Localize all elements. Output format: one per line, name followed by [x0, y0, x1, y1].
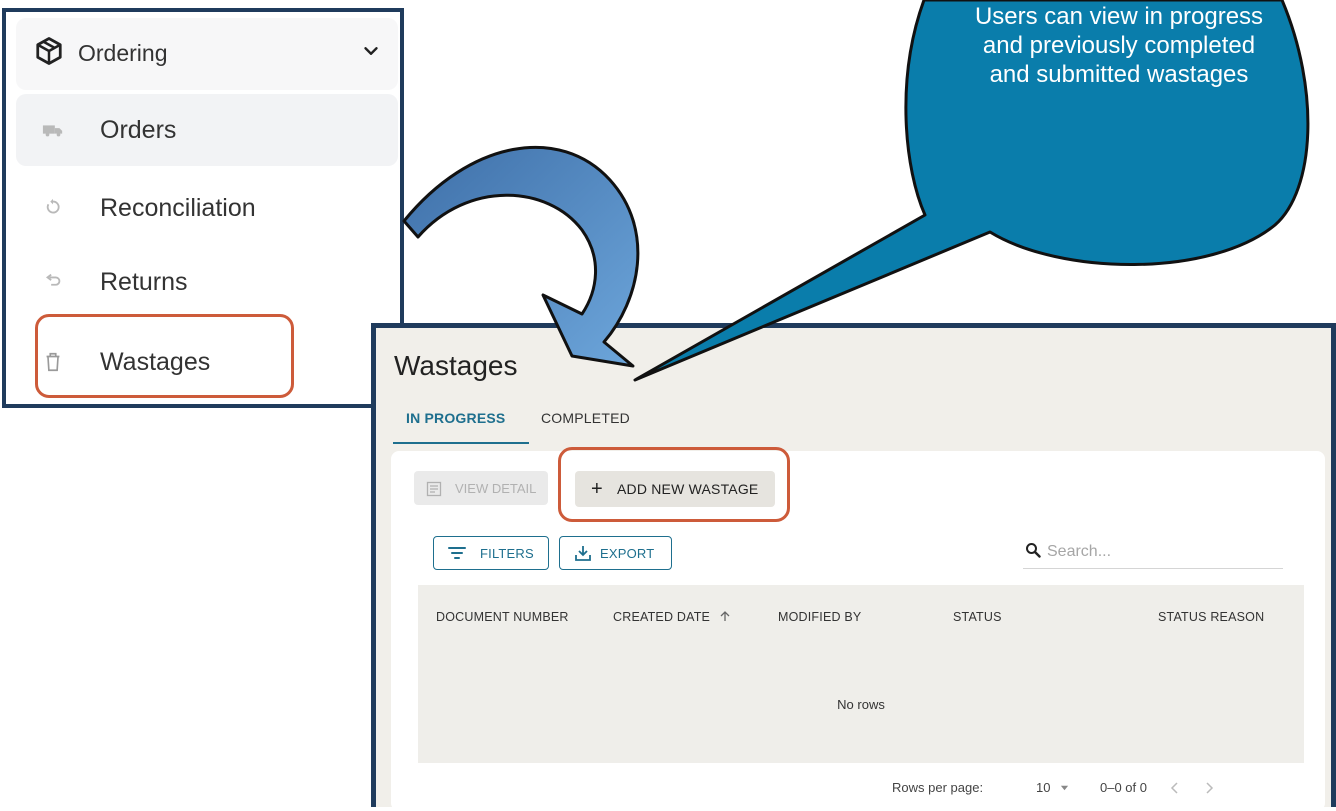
table-body: No rows [418, 647, 1304, 763]
previous-page-icon[interactable] [1169, 781, 1181, 795]
search-icon [1026, 543, 1041, 558]
column-header-status-reason[interactable]: STATUS REASON [1158, 610, 1264, 624]
sidebar-item-label: Orders [100, 116, 177, 144]
filter-icon [448, 547, 466, 559]
caret-down-icon [1060, 785, 1069, 791]
sidebar-group-ordering[interactable]: Ordering [16, 18, 398, 90]
wastages-highlight [35, 314, 294, 398]
wastages-card: VIEW DETAIL + ADD NEW WASTAGE FILTERS EX… [391, 451, 1325, 811]
sort-ascending-icon [720, 611, 730, 621]
column-header-document-number[interactable]: DOCUMENT NUMBER [436, 610, 569, 624]
next-page-icon[interactable] [1203, 781, 1215, 795]
rows-per-page-value: 10 [1036, 780, 1051, 795]
column-header-created-date[interactable]: CREATED DATE [613, 610, 731, 624]
wastages-window: Wastages IN PROGRESS COMPLETED VIEW DETA… [371, 323, 1336, 811]
sidebar-item-reconciliation[interactable]: Reconciliation [16, 172, 398, 244]
rows-per-page-label: Rows per page: [892, 780, 984, 795]
export-button[interactable]: EXPORT [559, 536, 672, 570]
filters-label: FILTERS [480, 546, 534, 561]
active-tab-indicator [393, 442, 529, 444]
pagination-range: 0–0 of 0 [1100, 780, 1147, 795]
sidebar-item-returns[interactable]: Returns [16, 246, 398, 318]
view-detail-label: VIEW DETAIL [455, 481, 537, 496]
table-header: DOCUMENT NUMBER CREATED DATE MODIFIED BY… [418, 585, 1304, 647]
return-icon [45, 273, 61, 286]
column-header-modified-by[interactable]: MODIFIED BY [778, 610, 861, 624]
filters-button[interactable]: FILTERS [433, 536, 549, 570]
view-detail-button[interactable]: VIEW DETAIL [414, 471, 548, 505]
tab-in-progress[interactable]: IN PROGRESS [406, 410, 505, 426]
search-input[interactable] [1045, 539, 1279, 565]
add-new-wastage-highlight [558, 447, 790, 522]
chevron-down-icon[interactable] [360, 40, 382, 62]
truck-icon [42, 125, 63, 137]
export-label: EXPORT [600, 546, 655, 561]
rows-per-page-select[interactable]: 10 [1036, 780, 1069, 795]
column-header-status[interactable]: STATUS [953, 610, 1002, 624]
empty-state-text: No rows [837, 697, 885, 712]
search-box [1023, 536, 1283, 569]
sidebar-item-label: Reconciliation [100, 194, 256, 222]
download-icon [575, 546, 591, 561]
column-header-label: CREATED DATE [613, 610, 711, 624]
callout-text: Users can view in progress and previousl… [974, 3, 1264, 88]
sidebar-item-label: Returns [100, 268, 188, 296]
page-title: Wastages [394, 350, 518, 381]
sidebar-item-orders[interactable]: Orders [16, 94, 398, 166]
sync-icon [46, 198, 60, 214]
sidebar-group-label: Ordering [78, 40, 168, 66]
document-icon [426, 481, 442, 497]
package-icon [36, 37, 62, 65]
tab-completed[interactable]: COMPLETED [541, 410, 630, 426]
